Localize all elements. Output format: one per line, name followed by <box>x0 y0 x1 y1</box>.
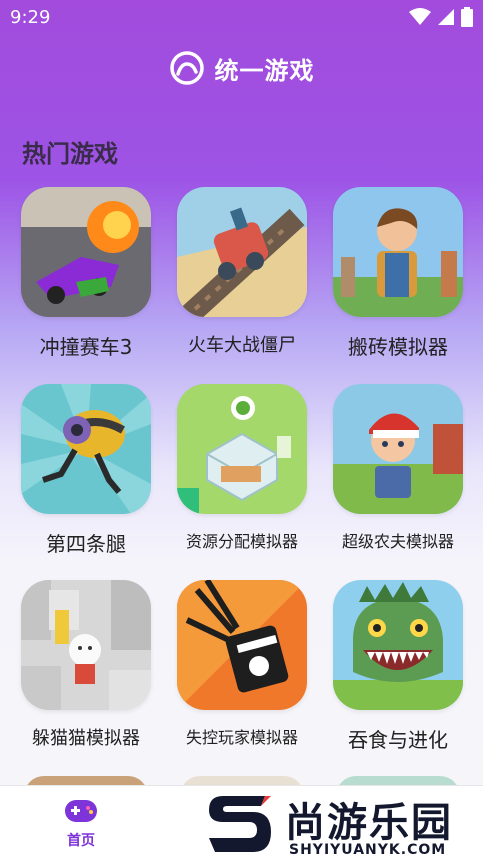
nav-home[interactable]: 首页 <box>56 798 106 850</box>
game-label: 搬砖模拟器 <box>348 335 448 359</box>
game-label: 资源分配模拟器 <box>185 532 298 551</box>
battery-icon <box>461 7 473 27</box>
game-label: 超级农夫模拟器 <box>341 532 454 551</box>
status-bar: 9:29 <box>0 0 483 34</box>
game-thumbnail[interactable] <box>21 187 151 317</box>
section-title: 热门游戏 <box>22 140 118 168</box>
game-thumbnail[interactable] <box>177 384 307 514</box>
game-tile[interactable]: 躲猫猫模拟器 <box>21 580 151 750</box>
watermark-logo-icon <box>209 796 271 852</box>
nav-home-label: 首页 <box>67 833 95 849</box>
game-label: 火车大战僵尸 <box>188 335 296 356</box>
game-tile[interactable]: 搬砖模拟器 <box>333 187 463 360</box>
gamepad-icon <box>65 800 97 822</box>
game-thumbnail[interactable] <box>21 580 151 710</box>
app-logo-icon <box>169 51 204 85</box>
app-title: 统一游戏 <box>214 56 315 85</box>
game-tile[interactable]: 超级农夫模拟器 <box>333 384 463 552</box>
status-time: 9:29 <box>10 6 51 28</box>
watermark: 尚游乐园 SHYIYUANYK.COM <box>205 790 483 860</box>
status-icons <box>409 7 473 27</box>
watermark-url: SHYIYUANYK.COM <box>289 842 447 858</box>
game-thumbnail[interactable] <box>333 187 463 317</box>
signal-icon <box>438 9 454 25</box>
game-label: 冲撞赛车3 <box>39 335 133 359</box>
game-thumbnail[interactable] <box>177 187 307 317</box>
wifi-icon <box>409 8 431 25</box>
game-label: 吞食与进化 <box>348 728 448 752</box>
game-tile[interactable]: 第四条腿 <box>21 384 151 557</box>
game-thumbnail[interactable] <box>21 384 151 514</box>
watermark-text: 尚游乐园 <box>285 800 453 846</box>
game-thumbnail[interactable] <box>333 580 463 710</box>
game-tile[interactable]: 资源分配模拟器 <box>177 384 307 552</box>
app-header: 统一游戏 <box>0 46 483 90</box>
game-tile[interactable]: 失控玩家模拟器 <box>177 580 307 748</box>
game-label: 失控玩家模拟器 <box>185 728 298 747</box>
game-label: 躲猫猫模拟器 <box>32 728 140 749</box>
game-tile[interactable]: 冲撞赛车3 <box>21 187 151 360</box>
game-label: 第四条腿 <box>46 532 126 556</box>
game-tile[interactable]: 吞食与进化 <box>333 580 463 753</box>
game-tile[interactable]: 火车大战僵尸 <box>177 187 307 357</box>
game-thumbnail[interactable] <box>333 384 463 514</box>
game-thumbnail[interactable] <box>177 580 307 710</box>
